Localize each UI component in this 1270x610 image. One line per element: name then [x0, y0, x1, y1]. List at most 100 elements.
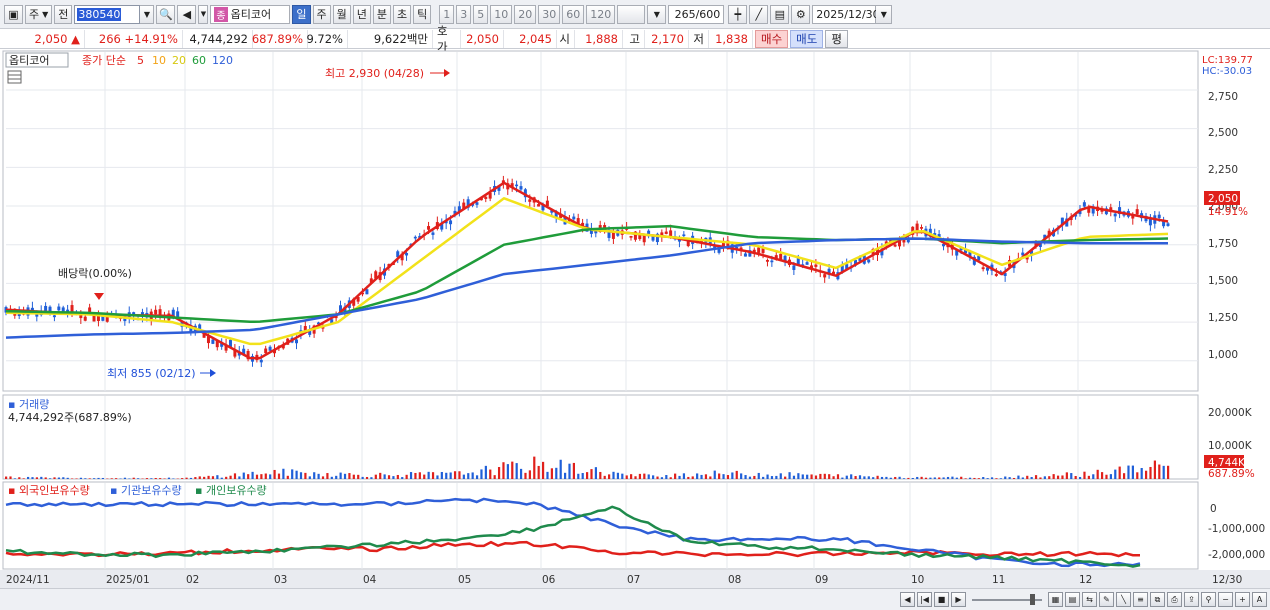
save-icon[interactable]: ▤ — [770, 4, 790, 24]
zoom-slider-handle[interactable] — [1030, 594, 1035, 605]
market-select[interactable]: 주 ▼ — [25, 4, 53, 24]
font-size-icon[interactable]: A — [1252, 592, 1267, 607]
interval-30[interactable]: 30 — [538, 4, 561, 24]
candle-body — [268, 346, 272, 351]
interval-dropdown-button[interactable]: ▼ — [647, 4, 667, 24]
buy-button[interactable]: 매수 — [755, 29, 789, 48]
window-icon[interactable]: ▣ — [4, 4, 23, 24]
code-dropdown-button[interactable]: ▼ — [140, 4, 155, 24]
print-icon[interactable]: ⎙ — [1167, 592, 1182, 607]
volume-bar — [907, 477, 910, 479]
line-icon[interactable]: ╲ — [1116, 592, 1131, 607]
draw-icon[interactable]: ✎ — [1099, 592, 1114, 607]
date-field[interactable]: 2025/12/30 — [812, 4, 880, 24]
date-dropdown-button[interactable]: ▼ — [876, 4, 893, 24]
period-tick[interactable]: 틱 — [413, 4, 432, 24]
export-icon[interactable]: ⇪ — [1184, 592, 1199, 607]
volume-bar — [207, 475, 210, 479]
volume-bar — [770, 476, 774, 479]
volume-bar — [387, 475, 391, 479]
data-count: 265 — [674, 7, 696, 21]
zoom-in-icon[interactable]: + — [1235, 592, 1250, 607]
sell-button[interactable]: 매도 — [790, 29, 824, 48]
zoom-out-icon[interactable]: − — [1218, 592, 1233, 607]
volume-bar — [766, 474, 769, 479]
volume-bar — [533, 456, 536, 479]
volume-bar — [9, 476, 12, 479]
period-second[interactable]: 초 — [393, 4, 412, 24]
candle-icon[interactable]: ┿ — [728, 4, 748, 24]
open-label: 시 — [557, 29, 575, 48]
volume-bar — [357, 474, 360, 479]
trade-amount: 9,622백만 — [348, 29, 433, 48]
zoom-search-icon[interactable]: ⚲ — [1201, 592, 1216, 607]
stock-name-field[interactable]: 종 옵티코어 — [210, 4, 291, 24]
volume-bar — [1048, 476, 1051, 479]
volume-bar — [264, 473, 267, 479]
interval-3[interactable]: 3 — [456, 4, 472, 24]
volume-bar — [229, 475, 232, 479]
layout-icon[interactable]: ▦ — [1048, 592, 1063, 607]
scroll-left-button[interactable]: ◀ — [900, 592, 915, 607]
speaker-icon[interactable]: ◀ — [177, 4, 197, 24]
volume-bar — [568, 463, 571, 479]
stop-button[interactable]: ■ — [934, 592, 949, 607]
volume-bar — [550, 468, 553, 479]
period-month[interactable]: 월 — [332, 4, 351, 24]
interval-1[interactable]: 1 — [439, 4, 455, 24]
table-icon[interactable] — [7, 70, 22, 84]
interval-10[interactable]: 10 — [490, 4, 513, 24]
volume-bar — [1144, 470, 1148, 479]
interval-5[interactable]: 5 — [473, 4, 489, 24]
compare-icon[interactable]: ⇆ — [1082, 592, 1097, 607]
y-tick-1500: 1,500 — [1208, 275, 1238, 287]
period-day[interactable]: 일 — [292, 4, 311, 24]
volume-bar — [436, 475, 439, 479]
volume-bar — [590, 469, 593, 479]
interval-120[interactable]: 120 — [586, 4, 616, 24]
volume-bar — [581, 473, 584, 479]
speaker-dropdown-button[interactable]: ▼ — [198, 4, 209, 24]
prev-page-button[interactable]: |◀ — [917, 592, 932, 607]
trend-icon[interactable]: ╱ — [749, 4, 769, 24]
avg-button[interactable]: 평 — [825, 29, 848, 48]
volume-bar — [1061, 475, 1064, 479]
copy-icon[interactable]: ⧉ — [1150, 592, 1165, 607]
vol-last-pct-tag: 687.89% — [1208, 468, 1255, 480]
volume-bar — [75, 478, 78, 479]
volume-bar — [687, 476, 690, 479]
volume-bar — [955, 477, 958, 479]
volume-bar — [854, 476, 857, 479]
prev-button[interactable]: 전 — [54, 4, 73, 24]
volume-bar — [471, 472, 474, 479]
data-count-field[interactable]: 265/600 — [668, 4, 725, 24]
volume-bar — [902, 478, 906, 479]
price-chart[interactable]: 2,750 2,500 2,250 2,000 1,750 1,500 1,25… — [0, 49, 1270, 588]
interval-60[interactable]: 60 — [562, 4, 585, 24]
play-button[interactable]: ▶ — [951, 592, 966, 607]
quote-bar: 2,050 ▲ 266 +14.91% 4,744,292 687.89% 9.… — [0, 24, 1270, 54]
volume-bar — [1118, 466, 1121, 479]
period-year[interactable]: 년 — [352, 4, 371, 24]
interval-20[interactable]: 20 — [514, 4, 537, 24]
x-label: 07 — [627, 574, 640, 586]
last-price-tag: 2,050 — [1208, 193, 1238, 205]
volume-bar — [44, 477, 47, 479]
period-minute[interactable]: 분 — [372, 4, 392, 24]
volume-bar — [374, 474, 377, 479]
volume-bar — [792, 475, 796, 479]
stock-code-input[interactable]: 380540 — [74, 4, 141, 24]
volume-bar — [449, 472, 452, 479]
custom-interval-input[interactable] — [617, 4, 646, 24]
volume-bar — [150, 478, 153, 479]
gear-icon[interactable]: ⚙ — [791, 4, 811, 24]
volume-bar — [185, 477, 188, 479]
volume-bar — [572, 462, 575, 479]
grid-icon[interactable]: ▤ — [1065, 592, 1080, 607]
volume-bar — [79, 477, 83, 479]
period-week[interactable]: 주 — [312, 4, 331, 24]
volume-bar — [304, 472, 307, 479]
fib-icon[interactable]: ≡ — [1133, 592, 1148, 607]
search-icon[interactable]: 🔍 — [156, 4, 176, 24]
volume-bar — [401, 477, 404, 479]
